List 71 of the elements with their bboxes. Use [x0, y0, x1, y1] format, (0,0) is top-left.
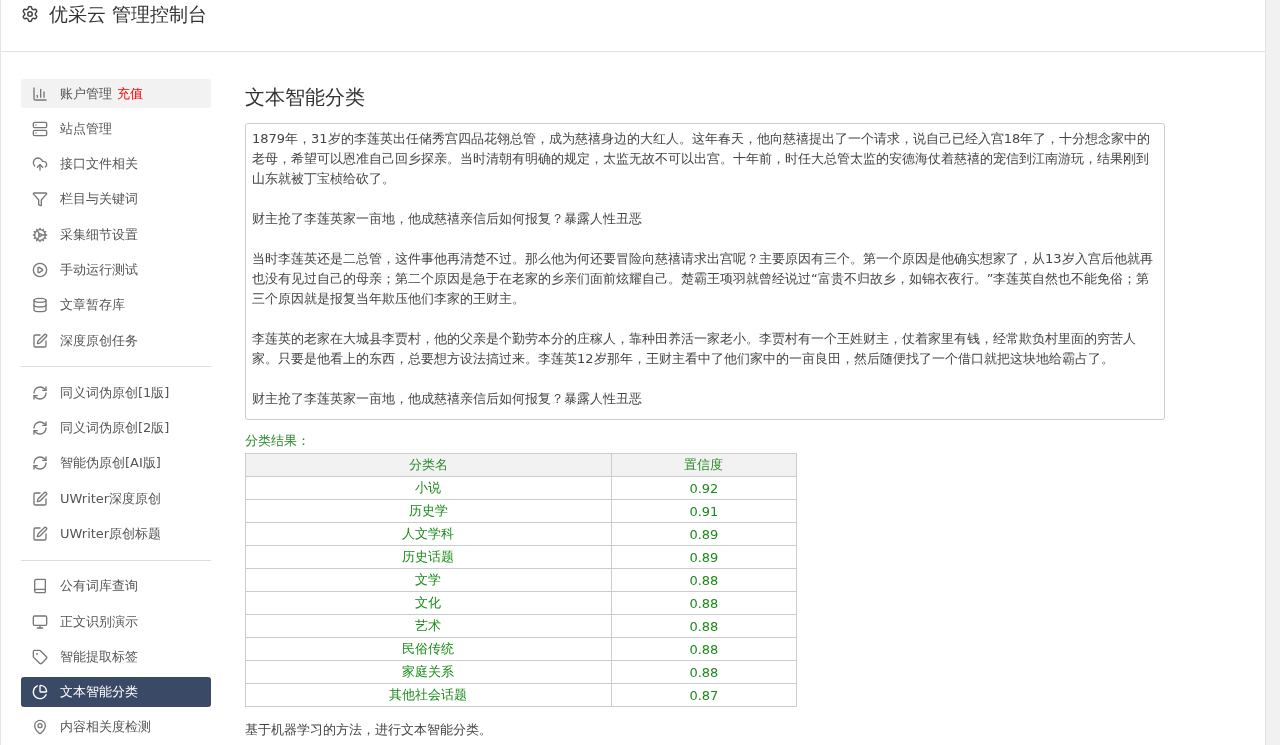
- database-icon: [32, 297, 48, 314]
- sidebar-item[interactable]: 同义词伪原创[1版]: [21, 378, 211, 408]
- refresh-icon: [32, 420, 48, 437]
- table-cell: 0.88: [611, 660, 797, 684]
- sidebar-item[interactable]: 深度原创任务: [21, 325, 211, 356]
- table-cell: 文学: [245, 568, 612, 592]
- sidebar-item[interactable]: 账户管理 充值: [21, 79, 211, 109]
- play-icon: [32, 262, 48, 279]
- paragraph: 李莲英的老家在大城县李贾村，他的父亲是个勤劳本分的庄稼人，靠种田养活一家老小。李贾村有一个王姓财主，仗着家里有钱，经常欺负村里面的穷苦人家。只要是他看上的东西，总要想方设法搞过来。李莲英12岁那年，王财主看中了他们家中的一亩良田，然后随便找了一个借口就把这块地给霸占了。: [252, 330, 1137, 368]
- sidebar-item[interactable]: 智能伪原创[AI版]: [21, 448, 211, 479]
- sidebar-item[interactable]: 智能提取标签: [21, 642, 211, 672]
- sidebar-item[interactable]: 接口文件相关: [21, 149, 211, 179]
- table-cell: 0.88: [611, 614, 797, 638]
- sidebar-item[interactable]: 正文识别演示: [21, 606, 211, 637]
- sidebar-item[interactable]: 公有词库查询: [21, 571, 211, 601]
- sidebar-item[interactable]: UWriter深度原创: [21, 484, 211, 514]
- recharge-link[interactable]: 充值: [117, 84, 143, 103]
- pin-icon: [32, 719, 48, 736]
- page-title: 文本智能分类: [245, 84, 366, 111]
- paragraph: 财主抢了李莲英家一亩地，他成慈禧亲信后如何报复？暴露人性丑恶: [252, 210, 643, 228]
- edit-icon: [32, 332, 48, 349]
- paragraph: 财主抢了李莲英家一亩地，他成慈禧亲信后如何报复？暴露人性丑恶: [252, 390, 643, 408]
- table-cell: 历史话题: [245, 545, 612, 569]
- table-cell: 艺术: [245, 614, 612, 638]
- pie-chart-icon: [32, 684, 48, 701]
- edit-icon: [32, 490, 48, 507]
- table-cell: 0.88: [611, 591, 797, 615]
- sidebar-item[interactable]: 采集细节设置: [21, 220, 211, 250]
- table-cell: 0.87: [611, 683, 797, 707]
- sidebar-item[interactable]: UWriter原创标题: [21, 519, 211, 549]
- edit-icon: [32, 526, 48, 542]
- monitor-icon: [32, 613, 48, 630]
- book-icon: [32, 578, 48, 595]
- sidebar-item[interactable]: 栏目与关键词: [21, 184, 211, 215]
- table-cell: 家庭关系: [245, 660, 612, 684]
- refresh-icon: [32, 384, 48, 401]
- table-cell: 0.89: [611, 522, 797, 546]
- sidebar-item[interactable]: 文章暂存库: [21, 290, 211, 320]
- paragraph: 当时李莲英还是二总管，这件事他再清楚不过。那么他为何还要冒险向慈禧请求出宫呢？主要原因有三个。第一个原因是他确实想家了，从13岁入宫后他就再也没有见过自己的母亲；第二个原因是急于在老家的乡亲们面前炫耀自己。楚霸王项羽就曾经说过“富贵不归故乡，如锦衣夜行。”李莲英自然也不能免俗；第三个原因就是报复当年欺压他们李家的王财主。: [252, 250, 1154, 308]
- refresh-icon: [32, 455, 48, 472]
- table-cell: 小说: [245, 476, 612, 500]
- table-cell: 0.92: [611, 476, 797, 500]
- description-text: 基于机器学习的方法，进行文本智能分类。: [245, 721, 493, 739]
- page-scrollbar[interactable]: [1265, 0, 1280, 745]
- tag-icon: [32, 648, 48, 665]
- paragraph: 1879年，31岁的李莲英出任储秀宫四品花翎总管，成为慈禧身边的大红人。这年春天，他向慈禧提出了一个请求，说自己已经入宫18年了，十分想念家中的老母，希望可以恩准自己回乡探亲。当时清朝有明确的规定，太监无故不可以出宫。十年前，时任大总管太监的安德海仗着慈禧的宠信到江南游玩，结果刚到山东就被丁宝桢给砍了。: [252, 130, 1152, 188]
- sidebar-item[interactable]: 同义词伪原创[2版]: [21, 413, 211, 443]
- sidebar-item[interactable]: 手动运行测试: [21, 255, 211, 285]
- table-cell: 民俗传统: [245, 637, 612, 661]
- sidebar-item[interactable]: 文本智能分类: [21, 677, 211, 707]
- sidebar-item[interactable]: 内容相关度检测: [21, 712, 211, 742]
- sidebar-item[interactable]: 站点管理: [21, 114, 211, 144]
- gears-icon: [32, 226, 48, 243]
- filter-icon: [32, 191, 48, 208]
- table-cell: 0.89: [611, 545, 797, 569]
- table-cell: 人文学科: [245, 522, 612, 546]
- table-cell: 0.91: [611, 499, 797, 523]
- settings-icon: [21, 5, 39, 23]
- cloud-upload-icon: [32, 156, 48, 173]
- table-cell: 0.88: [611, 568, 797, 592]
- server-icon: [32, 120, 48, 137]
- table-cell: 其他社会话题: [245, 683, 612, 707]
- table-cell: 文化: [245, 591, 612, 615]
- text-input-field[interactable]: [245, 123, 1165, 420]
- column-header: 置信度: [611, 453, 797, 477]
- table-cell: 0.88: [611, 637, 797, 661]
- column-header: 分类名: [245, 453, 612, 477]
- app-title: 优采云 管理控制台: [49, 2, 208, 26]
- bar-chart-icon: [32, 85, 48, 102]
- result-label: 分类结果：: [245, 432, 311, 450]
- table-cell: 历史学: [245, 499, 612, 523]
